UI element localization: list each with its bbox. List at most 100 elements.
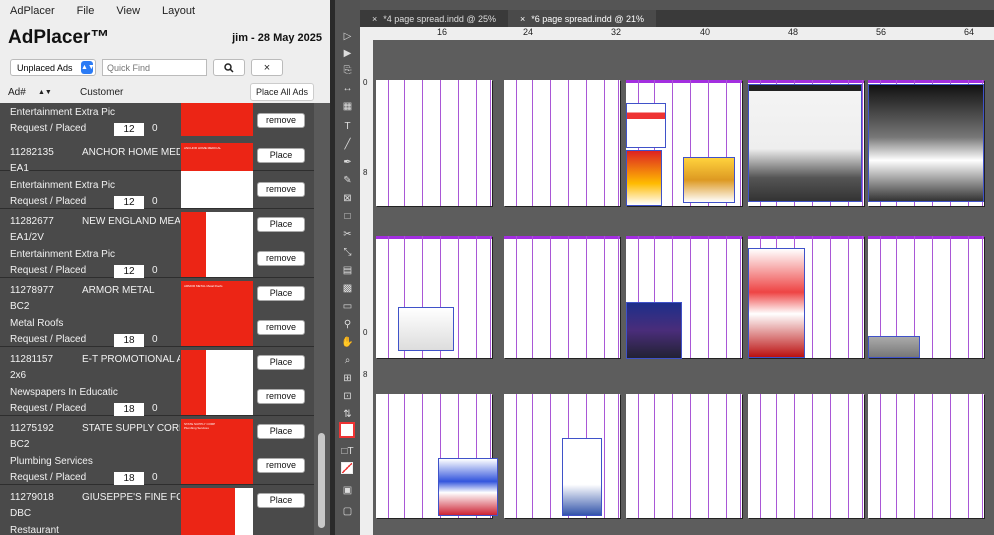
quick-find-input[interactable]	[102, 59, 207, 76]
gap-tool-icon[interactable]: ↔	[339, 82, 356, 95]
tab-label: *4 page spread.indd @ 25%	[383, 13, 496, 24]
note-tool-icon[interactable]: ▭	[339, 300, 356, 313]
formatting-container-icon[interactable]: □T	[339, 445, 356, 458]
placed-ad[interactable]	[438, 458, 498, 516]
layout-page[interactable]	[504, 236, 620, 358]
remove-button[interactable]: remove	[257, 320, 305, 335]
layout-page[interactable]	[376, 80, 492, 206]
filter-select[interactable]: Unplaced Ads ▲▼	[10, 59, 96, 76]
ad-size: EA1/2V	[10, 232, 44, 243]
column-guide	[516, 236, 517, 358]
ad-row[interactable]: 11279018 GIUSEPPE'S FINE FOOD DBC Restauran…	[0, 485, 314, 535]
sort-icon[interactable]: ▲▼	[38, 89, 52, 96]
placed-count: 0	[152, 472, 158, 483]
column-guide	[932, 394, 933, 518]
screen-mode-icon[interactable]: ▣	[339, 484, 356, 497]
gradient-tool-icon[interactable]: ▤	[339, 264, 356, 277]
place-button[interactable]: Place	[257, 424, 305, 439]
remove-button[interactable]: remove	[257, 251, 305, 266]
line-tool-icon[interactable]: ╱	[339, 138, 356, 151]
menu-file[interactable]: File	[77, 5, 95, 17]
horizontal-ruler[interactable]: 16 24 32 40 48 56 64	[360, 27, 994, 40]
column-guide	[618, 394, 619, 518]
place-button[interactable]: Place	[257, 217, 305, 232]
page-tool-icon[interactable]: ⎘	[339, 64, 356, 77]
place-button[interactable]: Place	[257, 355, 305, 370]
fill-stroke-icon[interactable]	[339, 422, 355, 438]
frame-grid-icon[interactable]: ⊡	[339, 390, 356, 403]
scissors-tool-icon[interactable]: ✂	[339, 228, 356, 241]
column-guide	[862, 80, 863, 206]
pen-tool-icon[interactable]: ✒	[339, 156, 356, 169]
hand-tool-icon[interactable]: ✋	[339, 336, 356, 349]
column-guide	[516, 80, 517, 206]
rectangle-frame-tool-icon[interactable]: ⊠	[339, 192, 356, 205]
placed-ad[interactable]	[683, 157, 735, 203]
column-guide	[532, 236, 533, 358]
close-icon[interactable]: ×	[520, 14, 525, 24]
apply-none-icon[interactable]	[341, 462, 353, 474]
ad-status: Request / Placed	[10, 472, 87, 483]
content-collector-icon[interactable]: ▦	[339, 100, 356, 113]
ad-row[interactable]: 11281157 E-T PROMOTIONAL AN 2x6 Newspapers …	[0, 347, 314, 416]
place-all-button[interactable]: Place All Ads	[249, 83, 314, 101]
page-bar	[504, 236, 620, 239]
placed-ad[interactable]	[868, 336, 920, 358]
grid-tool-icon[interactable]: ⊞	[339, 372, 356, 385]
document-canvas[interactable]	[373, 40, 994, 535]
layout-page[interactable]	[748, 394, 864, 518]
tab-4-page-spread[interactable]: × *4 page spread.indd @ 25%	[360, 10, 508, 27]
close-icon[interactable]: ×	[372, 14, 377, 24]
placed-ad[interactable]	[868, 84, 984, 202]
zoom-tool-icon[interactable]: ⌕	[339, 354, 356, 367]
layout-page[interactable]	[504, 80, 620, 206]
layout-page[interactable]	[868, 394, 984, 518]
ad-row[interactable]: 11275192 STATE SUPPLY CORP BC2 Plumbing Ser…	[0, 416, 314, 485]
placed-ad[interactable]	[626, 150, 662, 206]
free-transform-tool-icon[interactable]: ⤡	[339, 246, 356, 259]
column-guide	[550, 80, 551, 206]
scrollbar-thumb[interactable]	[318, 433, 325, 528]
tab-6-page-spread[interactable]: × *6 page spread.indd @ 21%	[507, 10, 656, 27]
remove-button[interactable]: remove	[257, 113, 305, 128]
place-button[interactable]: Place	[257, 493, 305, 508]
menu-view[interactable]: View	[116, 5, 140, 17]
remove-button[interactable]: remove	[257, 458, 305, 473]
placed-ad[interactable]	[748, 84, 862, 202]
search-button[interactable]	[213, 59, 245, 76]
clear-button[interactable]: ×	[251, 59, 283, 76]
tab-label: *6 page spread.indd @ 21%	[531, 13, 644, 24]
vertical-ruler[interactable]: 0 8 0 8	[360, 40, 373, 535]
placed-ad[interactable]	[562, 438, 602, 516]
column-guide	[830, 236, 831, 358]
remove-button[interactable]: remove	[257, 182, 305, 197]
swap-fill-stroke-icon[interactable]: ⇅	[339, 408, 356, 421]
list-scrollbar[interactable]	[314, 103, 330, 535]
placed-ad[interactable]	[748, 248, 805, 358]
menu-app[interactable]: AdPlacer	[10, 5, 55, 17]
eyedropper-tool-icon[interactable]: ⚲	[339, 318, 356, 331]
remove-button[interactable]: remove	[257, 389, 305, 404]
layout-page[interactable]	[626, 394, 742, 518]
placed-ad[interactable]	[398, 307, 454, 351]
placed-ad[interactable]	[626, 302, 682, 359]
direct-selection-tool-icon[interactable]: ▶	[339, 47, 356, 60]
pencil-tool-icon[interactable]: ✎	[339, 174, 356, 187]
rectangle-tool-icon[interactable]: □	[339, 210, 356, 223]
selection-tool-icon[interactable]: ▷	[339, 30, 356, 43]
place-button[interactable]: Place	[257, 148, 305, 163]
column-customer[interactable]: Customer	[80, 87, 250, 98]
menu-layout[interactable]: Layout	[162, 5, 195, 17]
placed-ad[interactable]	[626, 103, 666, 148]
column-guide	[760, 394, 761, 518]
ad-row[interactable]: 11282135 ANCHOR HOME MEDICAL EA1 Entertainm…	[0, 140, 314, 209]
preview-mode-icon[interactable]: ▢	[339, 505, 356, 518]
request-count: 18	[114, 472, 144, 485]
gradient-feather-icon[interactable]: ▩	[339, 282, 356, 295]
type-tool-icon[interactable]: T	[339, 120, 356, 133]
place-button[interactable]: Place	[257, 286, 305, 301]
ad-status: Request / Placed	[10, 403, 87, 414]
ad-row[interactable]: 11282677 NEW ENGLAND MEAT EA1/2V Entertainm…	[0, 209, 314, 278]
column-guide	[950, 236, 951, 358]
ad-row[interactable]: 11278977 ARMOR METAL BC2 Metal Roofs Request…	[0, 278, 314, 347]
